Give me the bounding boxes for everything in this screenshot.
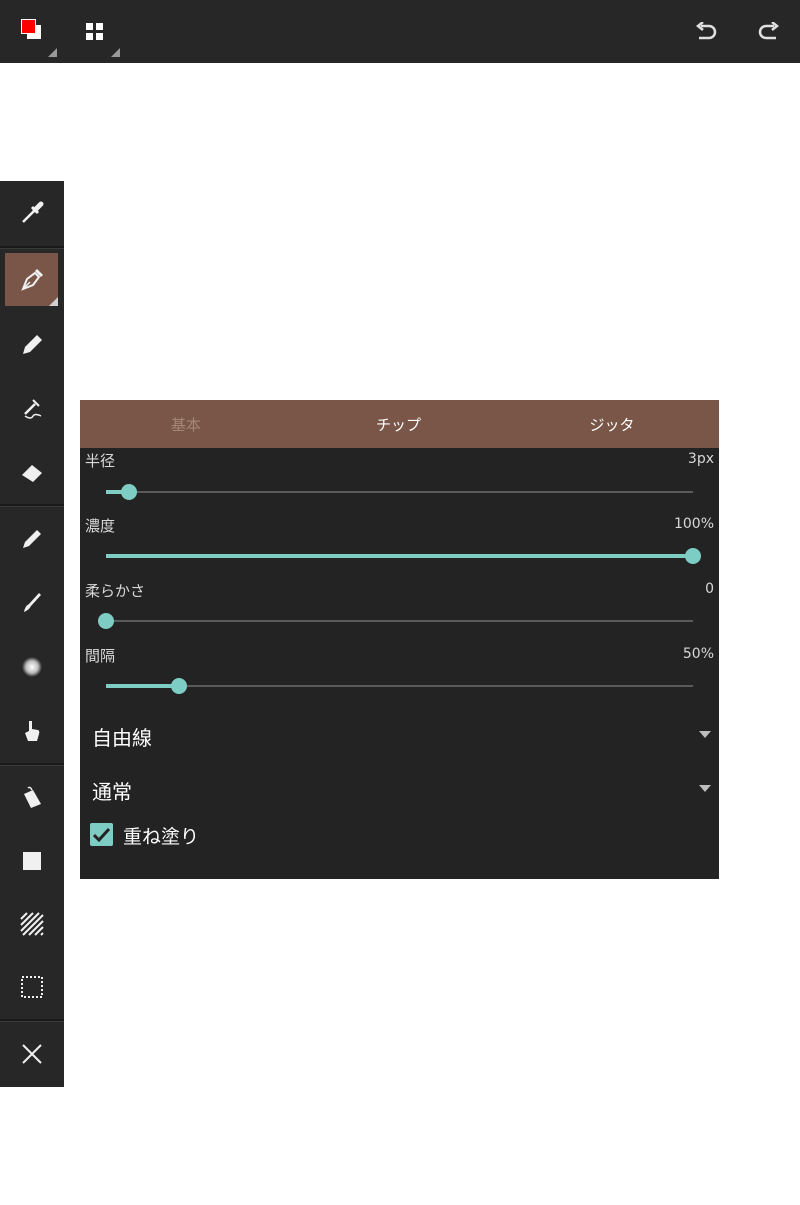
brush-settings-panel: 基本 チップ ジッタ 半径 3px 濃度 100% 柔らかさ 0 間隔 50% … — [80, 400, 719, 879]
panel-tabs: 基本 チップ ジッタ — [80, 400, 719, 448]
brush-pen-icon — [23, 530, 41, 548]
softness-label: 柔らかさ — [85, 582, 146, 600]
density-slider[interactable] — [106, 548, 701, 564]
layers-button[interactable] — [63, 0, 126, 63]
overpaint-checkbox[interactable] — [90, 823, 113, 846]
softness-slider[interactable] — [98, 613, 693, 629]
tool-fill-rect[interactable] — [0, 829, 64, 893]
tool-airbrush[interactable] — [0, 377, 64, 441]
tool-eraser[interactable] — [0, 441, 64, 505]
selection-marquee-icon — [21, 976, 43, 998]
spacing-slider[interactable] — [106, 678, 693, 694]
close-icon — [22, 1044, 42, 1064]
tool-bucket[interactable] — [0, 766, 64, 830]
density-value: 100% — [673, 516, 714, 532]
eyedropper-icon — [22, 201, 44, 223]
slider-knob[interactable] — [171, 678, 187, 694]
stroke-mode-dropdown[interactable]: 自由線 — [80, 710, 719, 760]
tool-paintbrush[interactable] — [0, 571, 64, 635]
layers-grid-icon — [85, 22, 103, 40]
radius-label: 半径 — [85, 452, 116, 470]
hatch-pattern-icon — [20, 912, 44, 936]
tool-pattern[interactable] — [0, 892, 64, 956]
redo-button[interactable] — [737, 0, 800, 63]
dropdown-corner-icon — [49, 297, 58, 306]
tool-selection[interactable] — [0, 955, 64, 1019]
softness-value: 0 — [705, 581, 714, 597]
tool-blur[interactable] — [0, 635, 64, 699]
dropdown-corner-icon — [48, 48, 57, 57]
radius-slider[interactable] — [106, 484, 693, 500]
pencil-icon — [23, 335, 42, 354]
tool-pen[interactable] — [0, 248, 64, 312]
primary-color-swatch — [21, 19, 36, 34]
undo-icon — [695, 21, 716, 39]
blend-mode-value: 通常 — [92, 780, 132, 804]
spacing-value: 50% — [682, 646, 714, 662]
tool-pencil[interactable] — [0, 313, 64, 377]
tool-eyedropper[interactable] — [0, 181, 64, 245]
paint-bucket-icon — [24, 786, 41, 808]
tool-close[interactable] — [0, 1022, 64, 1086]
slider-fill — [106, 554, 693, 558]
tab-jitter[interactable]: ジッタ — [505, 400, 719, 448]
spacing-label: 間隔 — [85, 647, 116, 665]
blend-mode-dropdown[interactable]: 通常 — [80, 764, 719, 814]
slider-knob[interactable] — [685, 548, 701, 564]
color-button[interactable] — [0, 0, 63, 63]
radius-value: 3px — [687, 451, 714, 467]
undo-button[interactable] — [674, 0, 737, 63]
tab-basic[interactable]: 基本 — [80, 400, 292, 448]
filled-square-icon — [23, 852, 41, 870]
slider-fill — [106, 684, 179, 688]
blur-brush-icon — [22, 657, 42, 677]
tab-chip[interactable]: チップ — [292, 400, 505, 448]
tool-sidebar — [0, 181, 64, 1087]
tool-finger[interactable] — [0, 699, 64, 763]
redo-icon — [758, 21, 779, 39]
airbrush-icon — [24, 399, 42, 419]
chevron-down-icon — [699, 731, 711, 738]
slider-knob[interactable] — [121, 484, 137, 500]
fountain-pen-icon — [21, 268, 44, 291]
checkmark-icon — [93, 827, 110, 842]
paintbrush-icon — [24, 593, 41, 612]
eraser-icon — [22, 465, 42, 482]
overpaint-label[interactable]: 重ね塗り — [123, 822, 199, 849]
dropdown-corner-icon — [111, 48, 120, 57]
chevron-down-icon — [699, 785, 711, 792]
stroke-mode-value: 自由線 — [92, 726, 152, 750]
density-label: 濃度 — [85, 517, 116, 535]
slider-knob[interactable] — [98, 613, 114, 629]
finger-smudge-icon — [25, 721, 40, 741]
tool-brush[interactable] — [0, 507, 64, 571]
top-bar — [0, 0, 800, 63]
